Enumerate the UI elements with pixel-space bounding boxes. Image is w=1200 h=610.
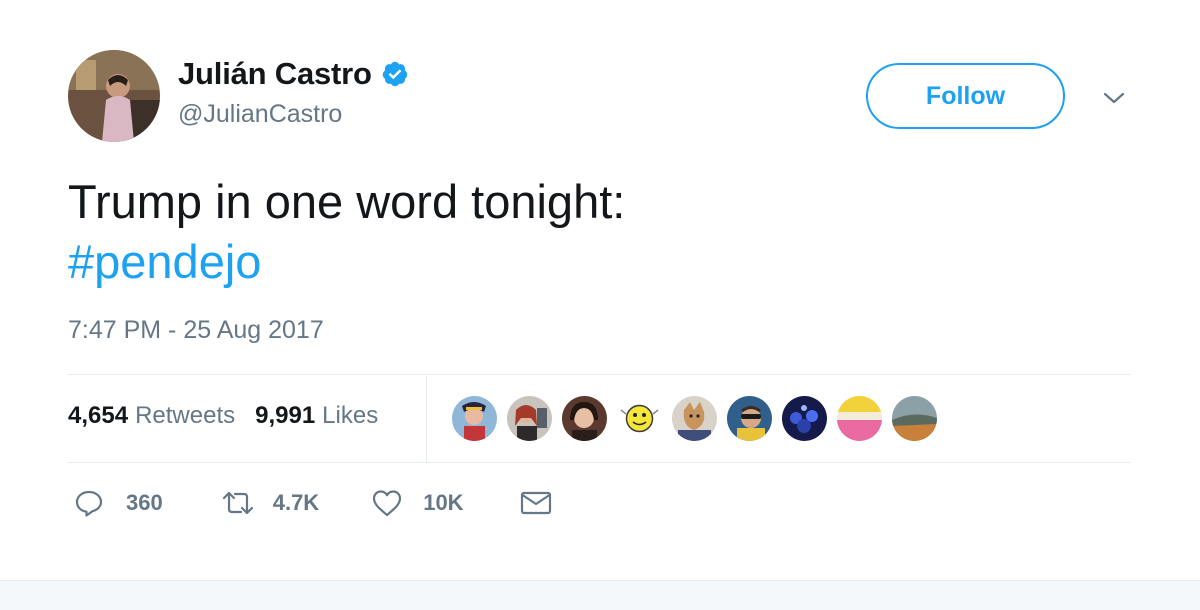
liker-avatar[interactable]: [452, 396, 497, 441]
direct-message-button[interactable]: [520, 489, 552, 517]
divider: [68, 462, 1130, 463]
likes-count[interactable]: 9,991: [255, 402, 315, 430]
likes-label[interactable]: Likes: [322, 402, 378, 430]
like-button[interactable]: 10K: [371, 488, 464, 518]
engagement-stats: 4,654 Retweets 9,991 Likes: [68, 402, 378, 430]
tweet-actions: 360 4.7K 10K: [74, 488, 552, 518]
avatar[interactable]: [68, 50, 160, 142]
liker-avatar[interactable]: [617, 396, 662, 441]
like-count: 10K: [423, 490, 464, 515]
retweets-count[interactable]: 4,654: [68, 402, 128, 430]
liker-avatar[interactable]: [562, 396, 607, 441]
tweet-text: Trump in one word tonight: #pendejo: [68, 172, 1128, 292]
reply-icon: [74, 488, 104, 518]
chevron-down-icon[interactable]: [1100, 86, 1128, 110]
retweet-button[interactable]: 4.7K: [221, 488, 319, 518]
retweet-icon: [221, 488, 255, 518]
envelope-icon: [520, 489, 552, 517]
footer-strip: [0, 580, 1200, 610]
retweets-label[interactable]: Retweets: [135, 402, 235, 430]
tweet-timestamp[interactable]: 7:47 PM - 25 Aug 2017: [68, 316, 324, 345]
retweet-count: 4.7K: [272, 490, 320, 515]
tweet-card: Julián Castro @JulianCastro Follow Trump…: [0, 0, 1200, 580]
stats-divider: [426, 376, 427, 462]
likers-avatar-list: [452, 396, 947, 441]
verified-badge-icon: [381, 60, 409, 88]
follow-button[interactable]: Follow: [866, 63, 1065, 129]
liker-avatar[interactable]: [837, 396, 882, 441]
display-name[interactable]: Julián Castro: [178, 56, 372, 92]
heart-icon: [371, 488, 403, 518]
liker-avatar[interactable]: [782, 396, 827, 441]
liker-avatar[interactable]: [727, 396, 772, 441]
reply-count: 360: [126, 490, 163, 515]
hashtag-link[interactable]: #pendejo: [68, 232, 1128, 292]
liker-avatar[interactable]: [507, 396, 552, 441]
liker-avatar[interactable]: [892, 396, 937, 441]
reply-button[interactable]: 360: [74, 488, 163, 518]
tweet-text-line: Trump in one word tonight:: [68, 175, 626, 228]
divider: [68, 374, 1130, 375]
liker-avatar[interactable]: [672, 396, 717, 441]
user-handle[interactable]: @JulianCastro: [178, 100, 342, 129]
